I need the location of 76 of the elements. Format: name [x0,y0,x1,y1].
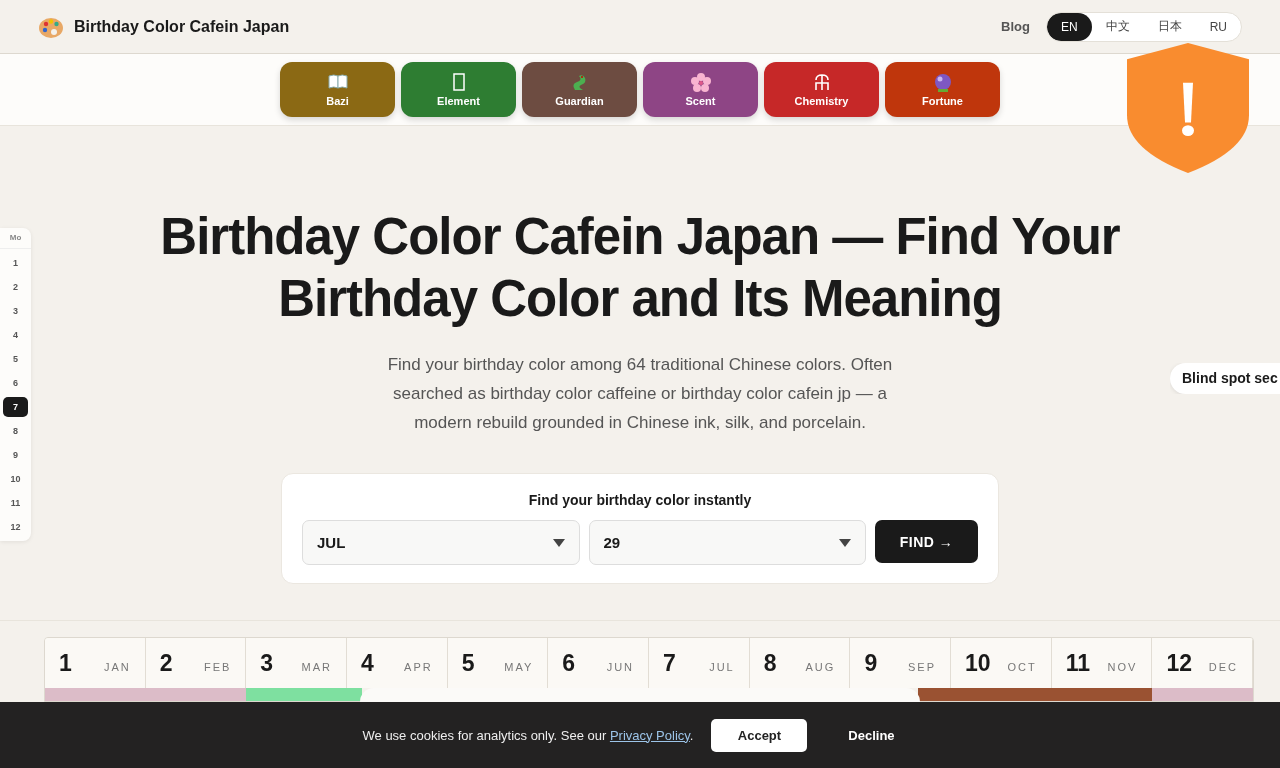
month-number: 3 [260,649,274,677]
page-title: Birthday Color Cafein Japan — Find Your Birthday Color and Its Meaning [159,207,1121,329]
month-header[interactable]: 6 JUN [548,638,650,688]
month-abbreviation: OCT [1007,661,1037,673]
month-header[interactable]: 10 OCT [951,638,1052,688]
tool-tab[interactable]: Fortune [885,62,1000,117]
month-number: 1 [59,649,72,677]
accept-button[interactable]: Accept [711,718,808,752]
month-number: 12 [1166,649,1192,677]
month-rail-item[interactable]: 5 [3,349,28,369]
month-abbreviation: MAY [504,661,534,673]
month-rail-item[interactable]: 10 [3,469,28,489]
dropdown-caret-icon [552,538,565,547]
month-abbreviation: DEC [1208,661,1239,673]
finder-heading: Find your birthday color instantly [527,492,753,508]
find-button[interactable]: FIND → [875,520,978,563]
flower-icon [689,72,712,92]
page-subtitle: Find your birthday color among 64 traditional Chinese colors. Often searched as birthday color caffeine or birthday color cafein jp — a modern rebuild grounded in Chinese ink, silk, and porcelain. [386,354,894,434]
site-title[interactable]: Birthday Color Cafein Japan [74,17,290,36]
month-number: 7 [663,649,676,677]
rail-heading: Mo [0,228,31,249]
month-number: 4 [361,649,374,677]
month-rail-item[interactable]: 2 [3,277,28,297]
tool-tab[interactable]: Bazi [280,62,395,117]
decline-button[interactable]: Decline [825,718,918,752]
language-tab[interactable]: 中文 [1091,12,1144,41]
month-abbreviation: MAR [301,661,332,673]
month-number: 11 [1065,649,1091,677]
tool-tab[interactable]: Scent [643,62,758,117]
month-rail-item[interactable]: 1 [3,253,28,273]
cookie-notice: We use cookies for analytics only. See our Privacy Policy. [362,727,694,743]
month-rail-item[interactable]: 11 [3,493,28,513]
month-rail-item[interactable]: 8 [3,421,28,441]
section-pill[interactable]: Blind spot sec [1170,363,1280,394]
tool-tab[interactable]: Element [401,62,516,117]
month-abbreviation: AUG [805,661,836,673]
blog-link[interactable]: Blog [1001,19,1030,34]
month-rail-item[interactable]: 12 [3,517,28,537]
month-header[interactable]: 7 JUL [649,638,750,688]
month-abbreviation: APR [404,661,433,673]
month-abbreviation: JUN [606,661,635,673]
month-header[interactable]: 12 DEC [1152,638,1253,688]
month-abbreviation: SEP [908,661,937,673]
month-number: 9 [864,649,878,677]
language-tab[interactable]: 日本 [1143,12,1196,41]
month-header[interactable]: 9 SEP [850,638,952,688]
month-abbreviation: NOV [1107,661,1138,673]
book-icon [326,72,349,92]
month-abbreviation: JUL [709,661,735,673]
month-header[interactable]: 11 NOV [1051,638,1153,688]
month-header[interactable]: 4 APR [347,638,448,688]
month-rail-item[interactable]: 3 [3,301,28,321]
month-select[interactable]: JUL [302,520,580,565]
month-number: 8 [763,649,777,677]
month-number: 5 [461,649,475,677]
month-header[interactable]: 5 MAY [447,638,549,688]
month-abbreviation: JAN [103,661,131,673]
privacy-policy-link[interactable]: Privacy Policy [609,727,690,743]
dropdown-caret-icon [839,538,851,547]
tool-tab[interactable]: Chemistry [764,62,879,117]
language-tab[interactable]: EN [1047,12,1092,41]
month-header[interactable]: 3 MAR [246,638,347,688]
tool-tab[interactable]: Guardian [522,62,637,117]
month-rail-item[interactable]: 6 [3,373,28,393]
month-header[interactable]: 2 FEB [145,638,247,688]
day-select[interactable]: 29 [588,520,866,565]
month-number: 6 [562,649,576,677]
month-rail-item[interactable]: 9 [3,445,28,465]
language-tab[interactable]: RU [1195,12,1241,41]
month-rail-item[interactable]: 7 [3,397,28,417]
month-rail-item[interactable]: 4 [3,325,28,345]
month-header[interactable]: 8 AUG [749,638,851,688]
month-number: 2 [159,649,173,677]
month-number: 10 [965,649,991,677]
month-header[interactable]: 1 JAN [45,638,146,688]
month-abbreviation: FEB [203,661,232,673]
